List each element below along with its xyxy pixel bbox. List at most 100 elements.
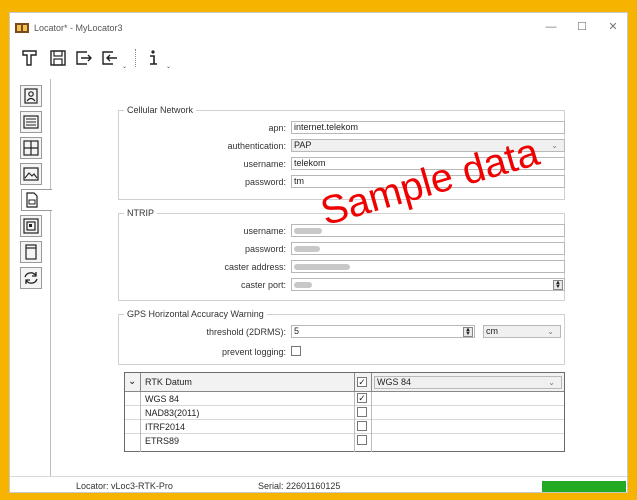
check-column-divider [354, 392, 355, 452]
toolbar: ⌄ ⌄ [10, 41, 627, 75]
prevent-logging-label: prevent logging: [221, 347, 286, 357]
window-title: Locator* - MyLocator3 [34, 23, 123, 33]
chevron-down-icon: ⌄ [548, 378, 555, 387]
datum-name: ITRF2014 [145, 422, 186, 432]
app-window: Locator* - MyLocator3 — ☐ ✕ ⌄ ⌄ Cellular… [9, 12, 628, 493]
sidebar-item-grid[interactable] [20, 137, 42, 159]
sidebar-item-image[interactable] [20, 163, 42, 185]
list-icon [23, 115, 39, 129]
expand-toggle-icon[interactable]: ⌄ [128, 376, 136, 387]
locator-status: Locator: vLoc3-RTK-Pro [76, 481, 173, 491]
app-logo-icon [15, 23, 29, 33]
import-dropdown-arrow[interactable]: ⌄ [122, 63, 127, 70]
ntrip-username-label: username: [243, 226, 286, 236]
header-divider [371, 373, 372, 391]
serial-status: Serial: 22601160125 [258, 481, 341, 491]
header-divider [140, 373, 141, 391]
prevent-logging-row: prevent logging: [119, 345, 564, 359]
caster-port-input[interactable]: ▲ ▼ [291, 278, 565, 291]
cellular-password-label: password: [244, 177, 286, 187]
minimize-button[interactable]: — [540, 19, 562, 35]
ntrip-password-input[interactable] [291, 242, 565, 255]
contact-card-icon [24, 88, 38, 104]
rtk-datum-table: ⌄ RTK Datum ✓ WGS 84 ⌄ WGS 84 ✓ NAD83(20… [124, 372, 565, 452]
toolbar-separator [135, 49, 136, 67]
title-bar: Locator* - MyLocator3 — ☐ ✕ [10, 13, 627, 41]
table-row[interactable]: NAD83(2011) [125, 406, 564, 420]
authentication-label: authentication: [227, 141, 286, 151]
gps-accuracy-title: GPS Horizontal Accuracy Warning [124, 309, 267, 319]
table-row[interactable]: ETRS89 [125, 434, 564, 448]
sidebar-item-refresh[interactable] [20, 267, 42, 289]
open-file-icon [22, 50, 37, 66]
unit-value: cm [486, 326, 498, 336]
sidebar-item-contact[interactable] [20, 85, 42, 107]
redacted-value [294, 246, 320, 252]
status-bar: Locator: vLoc3-RTK-Pro Serial: 226011601… [10, 476, 627, 494]
table-row[interactable]: WGS 84 ✓ [125, 392, 564, 406]
datum-name: NAD83(2011) [145, 408, 200, 418]
info-button[interactable] [142, 47, 164, 69]
port-spinner-icon[interactable]: ▲ ▼ [553, 280, 563, 290]
redacted-value [294, 282, 312, 288]
ntrip-password-label: password: [244, 244, 286, 254]
ntrip-title: NTRIP [124, 208, 157, 218]
caster-port-row: caster port: ▲ ▼ [119, 278, 565, 292]
authentication-value: PAP [294, 140, 312, 150]
header-checkbox[interactable]: ✓ [357, 377, 367, 387]
datum-name: ETRS89 [145, 436, 180, 446]
datum-select-value: WGS 84 [377, 377, 412, 387]
info-icon [150, 50, 157, 65]
apn-row: apn: internet.telekom [119, 121, 565, 135]
threshold-row: threshold (2DRMS): 5 ▲ ▼ cm ⌄ [119, 325, 564, 339]
frame-icon [23, 218, 39, 234]
maximize-button[interactable]: ☐ [571, 19, 593, 35]
save-icon [50, 50, 66, 66]
ntrip-password-row: password: [119, 242, 565, 256]
threshold-label: threshold (2DRMS): [206, 327, 286, 337]
document-icon [26, 192, 38, 208]
gps-accuracy-group: GPS Horizontal Accuracy Warning threshol… [118, 309, 565, 365]
datum-checkbox[interactable] [357, 407, 367, 417]
threshold-input[interactable]: 5 ▲ ▼ [291, 325, 475, 338]
chevron-down-icon: ⌄ [547, 327, 554, 336]
sidebar-item-list[interactable] [20, 111, 42, 133]
caster-address-row: caster address: [119, 260, 565, 274]
redacted-value [294, 228, 322, 234]
sidebar [10, 79, 52, 477]
grid-icon [23, 140, 39, 156]
datum-name: WGS 84 [145, 394, 180, 404]
datum-checkbox[interactable] [357, 435, 367, 445]
cellular-network-title: Cellular Network [124, 105, 197, 115]
close-button[interactable]: ✕ [602, 19, 624, 35]
open-file-button[interactable] [19, 47, 41, 69]
info-dropdown-arrow[interactable]: ⌄ [166, 63, 171, 70]
datum-checkbox[interactable]: ✓ [357, 393, 367, 403]
import-icon [102, 51, 117, 65]
sidebar-item-page[interactable] [20, 241, 42, 263]
connection-indicator [542, 481, 626, 492]
check-column-divider [371, 392, 372, 452]
cellular-username-label: username: [243, 159, 286, 169]
redacted-value [294, 264, 350, 270]
threshold-spinner-icon[interactable]: ▲ ▼ [463, 327, 473, 337]
save-button[interactable] [47, 47, 69, 69]
caster-address-label: caster address: [224, 262, 286, 272]
image-icon [23, 167, 39, 181]
refresh-icon [24, 272, 38, 284]
caster-address-input[interactable] [291, 260, 565, 273]
apn-label: apn: [268, 123, 286, 133]
caster-port-label: caster port: [240, 280, 286, 290]
table-row[interactable]: ITRF2014 [125, 420, 564, 434]
datum-header-label: RTK Datum [145, 377, 192, 387]
header-divider [354, 373, 355, 391]
sidebar-item-document[interactable] [21, 189, 52, 211]
import-button[interactable] [99, 47, 121, 69]
unit-select[interactable]: cm ⌄ [483, 325, 561, 338]
export-button[interactable] [73, 47, 95, 69]
sidebar-item-frame[interactable] [20, 215, 42, 237]
threshold-value: 5 [294, 326, 300, 336]
datum-checkbox[interactable] [357, 421, 367, 431]
datum-select[interactable]: WGS 84 ⌄ [374, 376, 562, 389]
prevent-logging-checkbox[interactable] [291, 346, 301, 356]
